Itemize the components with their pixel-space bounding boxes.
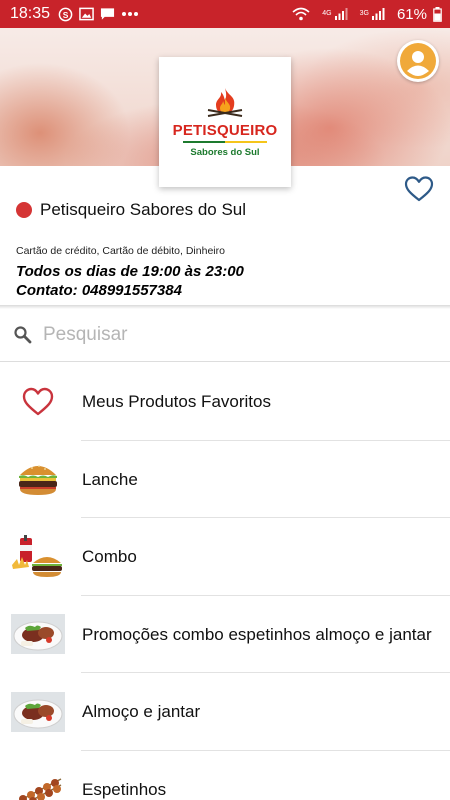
category-thumb (11, 457, 65, 501)
profile-button[interactable] (397, 40, 439, 82)
heart-outline-icon (22, 387, 54, 415)
flame-grill-icon (207, 88, 243, 117)
skewers-icon (19, 778, 62, 800)
category-thumb (11, 690, 65, 734)
category-label: Combo (82, 547, 137, 567)
store-logo: PETISQUEIRO Sabores do Sul (159, 57, 291, 187)
search-bar[interactable] (0, 309, 450, 362)
favorite-store-button[interactable] (404, 175, 434, 203)
gallery-icon (79, 7, 94, 21)
opening-hours: Todos os dias de 19:00 às 23:00 (16, 263, 244, 280)
category-thumb (11, 380, 65, 424)
logo-divider (183, 141, 267, 143)
category-item-promocoes[interactable]: Promoções combo espetinhos almoço e jant… (0, 596, 450, 674)
battery-icon (433, 6, 442, 22)
burger-icon (19, 465, 57, 496)
store-status-indicator (16, 202, 32, 218)
category-label: Espetinhos (82, 779, 167, 799)
battery-percentage: 61% (396, 5, 427, 23)
category-label: Almoço e jantar (82, 702, 201, 722)
search-icon (14, 326, 32, 344)
network-type-1: 4G (322, 9, 332, 17)
category-item-favorites[interactable]: Meus Produtos Favoritos (0, 363, 450, 441)
status-time: 18:35 (10, 5, 51, 22)
logo-brand-text: PETISQUEIRO (172, 122, 278, 139)
store-name: Petisqueiro Sabores do Sul (40, 200, 247, 219)
user-avatar-icon (400, 43, 436, 79)
skype-icon: S (58, 7, 73, 22)
status-bar: 18:35 S 4G 3G 61% (0, 0, 450, 28)
plate-meal-icon (11, 614, 65, 655)
category-label: Lanche (82, 469, 138, 489)
category-label: Meus Produtos Favoritos (82, 392, 271, 412)
category-thumb (11, 534, 65, 579)
status-right-group: 4G 3G 61% (292, 6, 442, 23)
combo-meal-icon (12, 534, 62, 577)
signal-icon (334, 7, 348, 21)
network-type-2: 3G (359, 9, 369, 17)
chat-icon (100, 7, 115, 21)
more-dots-icon (121, 11, 139, 17)
category-item-espetinhos[interactable]: Espetinhos (0, 751, 450, 800)
svg-text:S: S (63, 9, 69, 19)
category-thumb (11, 612, 65, 656)
category-list: Meus Produtos Favoritos Lanche Combo Pro… (0, 363, 450, 800)
wifi-icon (292, 7, 310, 21)
category-thumb (11, 767, 65, 800)
category-item-combo[interactable]: Combo (0, 518, 450, 596)
category-item-almoco-jantar[interactable]: Almoço e jantar (0, 673, 450, 751)
search-input[interactable] (43, 324, 403, 346)
category-item-lanche[interactable]: Lanche (0, 441, 450, 519)
logo-subtitle: Sabores do Sul (190, 147, 260, 158)
heart-outline-icon (404, 176, 434, 202)
store-header: Petisqueiro Sabores do Sul (16, 200, 246, 220)
payment-methods: Cartão de crédito, Cartão de débito, Din… (16, 245, 225, 257)
category-label: Promoções combo espetinhos almoço e jant… (82, 624, 432, 644)
signal-icon-2 (371, 7, 385, 21)
contact-phone: Contato: 048991557384 (16, 282, 182, 299)
plate-meal-icon (11, 691, 65, 732)
